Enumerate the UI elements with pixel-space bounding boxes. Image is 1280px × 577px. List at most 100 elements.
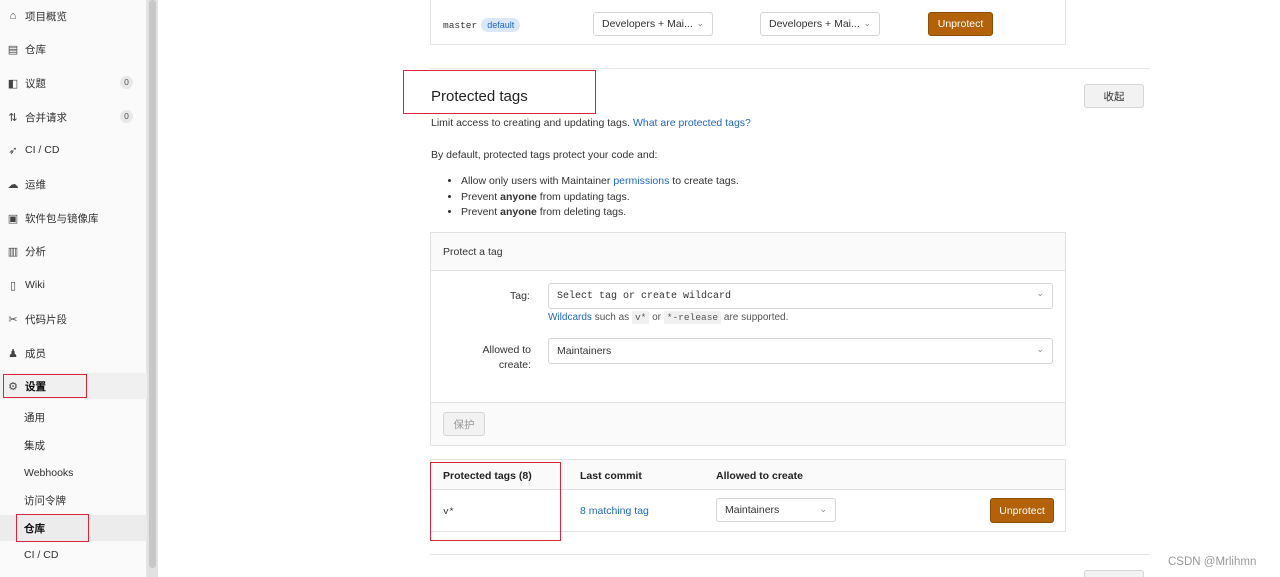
intro-text: Limit access to creating and updating ta… <box>431 117 631 129</box>
sub-item-label: CI / CD <box>24 549 59 561</box>
scrollbar-thumb[interactable] <box>149 0 156 568</box>
sub-item-label: Webhooks <box>24 467 74 479</box>
collapse-button[interactable]: 收起 <box>1084 84 1144 108</box>
sidebar-item-members[interactable]: ♟ 成员 <box>0 340 147 366</box>
sidebar-item-label: 设置 <box>25 380 46 393</box>
bullet-text: Prevent <box>461 206 498 218</box>
bullet-item: Allow only users with Maintainer permiss… <box>461 174 739 190</box>
form-footer: 保护 <box>431 402 1065 445</box>
sidebar-item-wiki[interactable]: ▯ Wiki <box>0 272 147 298</box>
sidebar-item-packages[interactable]: ▣ 软件包与镜像库 <box>0 205 147 231</box>
branch-name-text: master <box>443 20 478 31</box>
select-value: Developers + Mai... <box>602 18 693 30</box>
users-icon: ♟ <box>8 347 18 360</box>
scissors-icon: ✂ <box>8 313 18 326</box>
merge-request-icon: ⇅ <box>8 111 18 124</box>
sidebar-item-label: 软件包与镜像库 <box>25 212 99 225</box>
chevron-down-icon: ⌄ <box>696 18 704 28</box>
allowed-to-merge-select[interactable]: Developers + Mai... ⌄ <box>593 12 713 36</box>
issues-count-badge: 0 <box>120 76 133 89</box>
branch-name: master default <box>443 18 521 32</box>
protect-button[interactable]: 保护 <box>443 412 485 436</box>
rocket-icon: ➶ <box>8 144 18 157</box>
tag-select[interactable]: Select tag or create wildcard ⌄ <box>548 283 1053 309</box>
sidebar: ⌂ 项目概览 ▤ 仓库 ◧ 议题 0 ⇅ 合并请求 0 ➶ CI / CD ☁ … <box>0 0 147 577</box>
merge-requests-count-badge: 0 <box>120 110 133 123</box>
matching-tags-link[interactable]: 8 matching tag <box>580 505 649 517</box>
cloud-icon: ☁ <box>7 178 19 191</box>
wildcard-example: v* <box>631 311 650 324</box>
settings-sub-access-tokens[interactable]: 访问令牌 <box>0 487 147 513</box>
package-icon: ▣ <box>7 212 19 225</box>
unprotect-tag-button[interactable]: Unprotect <box>990 498 1054 523</box>
settings-sub-integrations[interactable]: 集成 <box>0 432 147 458</box>
sidebar-item-label: 项目概览 <box>25 10 67 23</box>
unprotect-branch-button[interactable]: Unprotect <box>928 12 993 36</box>
section-intro: Limit access to creating and updating ta… <box>431 117 751 129</box>
home-icon: ⌂ <box>9 10 17 22</box>
sidebar-item-merge-requests[interactable]: ⇅ 合并请求 0 <box>0 104 147 130</box>
form-header: Protect a tag <box>431 233 1065 271</box>
section-divider <box>430 554 1150 555</box>
wildcard-example: *-release <box>663 311 722 324</box>
issues-icon: ◧ <box>7 77 19 90</box>
sidebar-item-cicd[interactable]: ➶ CI / CD <box>0 137 147 163</box>
table-header: Protected tags (8) Last commit Allowed t… <box>431 460 1065 490</box>
help-text: or <box>652 312 662 323</box>
sidebar-item-label: Wiki <box>25 279 45 291</box>
sidebar-item-analytics[interactable]: ▥ 分析 <box>0 238 147 264</box>
sidebar-item-repository[interactable]: ▤ 仓库 <box>0 36 147 62</box>
settings-sub-cicd[interactable]: CI / CD <box>0 542 147 568</box>
sidebar-item-snippets[interactable]: ✂ 代码片段 <box>0 306 147 332</box>
next-section-button[interactable] <box>1084 570 1144 577</box>
settings-sub-repository[interactable]: 仓库 <box>0 515 147 541</box>
bullet-text: to create tags. <box>672 175 739 187</box>
column-last-commit: Last commit <box>580 470 642 482</box>
file-icon: ▤ <box>7 43 19 56</box>
sidebar-item-label: 运维 <box>25 178 46 191</box>
sub-item-label: 访问令牌 <box>24 494 66 507</box>
chevron-down-icon: ⌄ <box>819 504 827 514</box>
watermark: CSDN @Mrlihmn <box>1168 556 1257 568</box>
wildcards-link[interactable]: Wildcards <box>548 312 592 323</box>
sidebar-item-label: CI / CD <box>25 144 60 156</box>
main-content: master default Developers + Mai... ⌄ Deve… <box>158 0 1280 577</box>
select-value: Maintainers <box>725 504 780 516</box>
help-text: such as <box>594 312 630 323</box>
chevron-down-icon: ⌄ <box>863 18 871 28</box>
settings-sub-general[interactable]: 通用 <box>0 404 147 430</box>
sidebar-item-settings[interactable]: ⚙ 设置 <box>0 373 147 399</box>
sidebar-item-label: 代码片段 <box>25 313 67 326</box>
bullet-text: Prevent <box>461 190 498 203</box>
section-divider <box>430 68 1150 69</box>
help-text: are supported. <box>723 312 789 323</box>
book-icon: ▯ <box>9 279 17 292</box>
settings-sub-webhooks[interactable]: Webhooks <box>0 460 147 486</box>
sidebar-item-label: 分析 <box>25 245 46 258</box>
sidebar-item-label: 合并请求 <box>25 111 67 124</box>
wildcards-help: Wildcards such as v* or *-release are su… <box>548 311 789 324</box>
allowed-to-create-select[interactable]: Maintainers ⌄ <box>548 338 1053 364</box>
select-value: Developers + Mai... <box>769 18 860 30</box>
gear-icon: ⚙ <box>8 380 18 393</box>
chevron-down-icon: ⌄ <box>1036 289 1044 299</box>
allowed-to-push-select[interactable]: Developers + Mai... ⌄ <box>760 12 880 36</box>
chart-icon: ▥ <box>7 245 19 258</box>
permissions-link[interactable]: permissions <box>613 175 669 187</box>
tag-select-placeholder: Select tag or create wildcard <box>557 290 732 302</box>
sidebar-item-issues[interactable]: ◧ 议题 0 <box>0 70 147 96</box>
section-title: Protected tags <box>431 88 528 105</box>
sidebar-item-operations[interactable]: ☁ 运维 <box>0 171 147 197</box>
sidebar-scrollbar[interactable] <box>147 0 158 577</box>
sidebar-item-overview[interactable]: ⌂ 项目概览 <box>0 3 147 29</box>
sidebar-item-label: 成员 <box>25 347 46 360</box>
chevron-down-icon: ⌄ <box>1036 344 1044 354</box>
bullet-text: Allow only users with Maintainer <box>461 175 611 187</box>
bullet-item: Prevent anyone from updating tags. <box>461 190 739 206</box>
protected-tags-table: Protected tags (8) Last commit Allowed t… <box>430 459 1066 532</box>
allowed-to-create-row-select[interactable]: Maintainers ⌄ <box>716 498 836 522</box>
sub-item-label: 集成 <box>24 439 45 452</box>
what-are-protected-tags-link[interactable]: What are protected tags? <box>633 117 751 129</box>
tag-name: v* <box>443 506 455 517</box>
form-header-title: Protect a tag <box>443 246 503 258</box>
